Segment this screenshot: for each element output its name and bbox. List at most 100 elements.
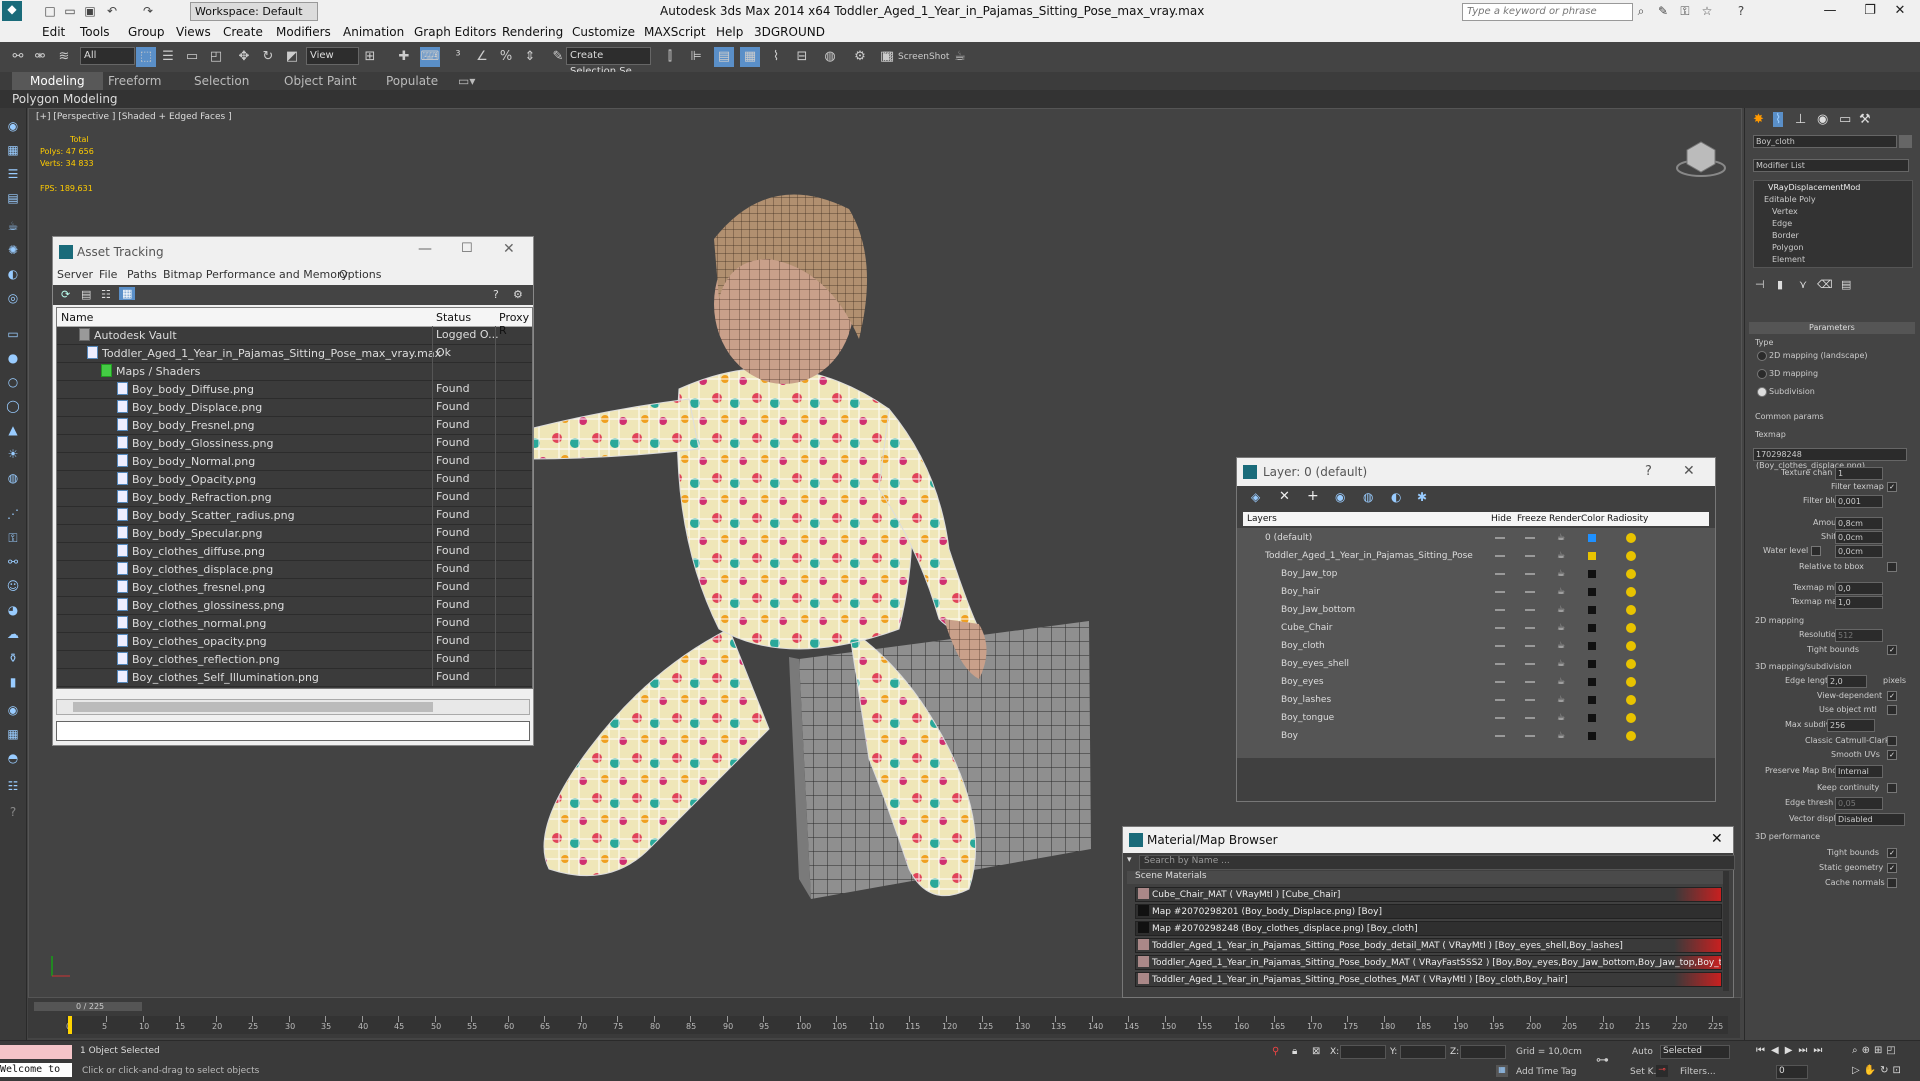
menu-views[interactable]: Views <box>176 25 211 39</box>
layer-toggle-dash[interactable] <box>1525 645 1535 647</box>
radio-3d-mapping[interactable] <box>1757 369 1767 379</box>
pivot-icon[interactable]: ⊞ <box>360 47 380 67</box>
key-filters-button[interactable]: Filters... <box>1680 1067 1716 1077</box>
set-key-icon[interactable]: ⊶ <box>1596 1053 1609 1068</box>
water-level-input[interactable]: 0,0cm <box>1835 545 1883 558</box>
texmap-max-input[interactable]: 1,0 <box>1835 596 1883 609</box>
help-icon[interactable]: ? <box>1733 3 1749 19</box>
absolute-mode-icon[interactable]: ⊠ <box>1312 1046 1320 1057</box>
redo-icon[interactable]: ↷ <box>140 3 156 19</box>
material-item[interactable]: Toddler_Aged_1_Year_in_Pajamas_Sitting_P… <box>1135 972 1722 987</box>
asset-row[interactable]: Boy_clothes_fresnel.png Found <box>57 578 532 597</box>
asset-row[interactable]: Boy_clothes_diffuse.png Found <box>57 542 532 561</box>
edge-thresh-input[interactable]: 0,05 <box>1835 797 1883 810</box>
browser-scrollbar[interactable] <box>1723 871 1729 991</box>
strip-light-icon[interactable]: ✺ <box>5 242 21 258</box>
layer-row[interactable]: Boy_eyes ☕ <box>1245 674 1650 692</box>
cache-normals-checkbox[interactable] <box>1887 878 1897 888</box>
viewcube[interactable] <box>1673 136 1729 180</box>
material-item[interactable]: Toddler_Aged_1_Year_in_Pajamas_Sitting_P… <box>1135 938 1722 953</box>
render-teapot-icon[interactable]: ☕ <box>1557 713 1565 723</box>
asset-hscrollbar[interactable] <box>56 699 530 715</box>
texmap-button[interactable]: 170298248 (Boy_clothes_displace.png) <box>1753 448 1907 470</box>
strip-cylinder-icon[interactable]: ◯ <box>5 398 21 414</box>
layer-col-color[interactable]: Color <box>1581 514 1605 524</box>
layer-toggle-dash[interactable] <box>1525 681 1535 683</box>
asset-refresh-icon[interactable]: ⟳ <box>61 288 70 301</box>
select-manipulate-icon[interactable]: ✚ <box>394 47 414 67</box>
save-icon[interactable]: ▣ <box>82 3 98 19</box>
layer-row[interactable]: Toddler_Aged_1_Year_in_Pajamas_Sitting_P… <box>1245 548 1650 566</box>
lock-selection-icon[interactable]: 🔒︎ <box>1292 1046 1297 1057</box>
strip-stack-icon[interactable]: ☷ <box>5 778 21 794</box>
undo-icon[interactable]: ↶ <box>104 3 120 19</box>
layer-color-swatch[interactable] <box>1588 624 1596 632</box>
tab-selection[interactable]: Selection <box>194 74 249 88</box>
shift-input[interactable]: 0,0cm <box>1835 531 1883 544</box>
texture-chan-input[interactable]: 1 <box>1835 467 1883 480</box>
layer-row[interactable]: Boy_hair ☕ <box>1245 584 1650 602</box>
layer-color-swatch[interactable] <box>1588 678 1596 686</box>
asset-row[interactable]: Boy_body_Normal.png Found <box>57 452 532 471</box>
radiosity-icon[interactable] <box>1626 713 1636 723</box>
tab-modeling[interactable]: Modeling <box>12 72 103 90</box>
edge-length-input[interactable]: 2,0 <box>1827 675 1867 688</box>
window-crossing-icon[interactable]: ◰ <box>206 47 226 67</box>
modifier-list-dropdown[interactable]: Modifier List <box>1753 159 1909 172</box>
smooth-uvs-checkbox[interactable]: ✓ <box>1887 750 1897 760</box>
material-item[interactable]: Toddler_Aged_1_Year_in_Pajamas_Sitting_P… <box>1135 955 1722 970</box>
make-unique-icon[interactable]: ⋎ <box>1799 278 1807 291</box>
stack-vertex[interactable]: Vertex <box>1772 207 1798 216</box>
menu-customize[interactable]: Customize <box>572 25 635 39</box>
stack-editable-poly[interactable]: Editable Poly <box>1764 195 1816 204</box>
rotate-icon[interactable]: ↻ <box>258 47 278 67</box>
key-mode-dropdown[interactable]: Selected <box>1660 1045 1730 1059</box>
layer-select-icon[interactable]: ◉ <box>1335 490 1345 504</box>
stack-border[interactable]: Border <box>1772 231 1799 240</box>
strip-render-icon[interactable]: ◎ <box>5 290 21 306</box>
ribbon-options-icon[interactable]: ▭▾ <box>458 74 475 88</box>
layer-row[interactable]: Boy_eyes_shell ☕ <box>1245 656 1650 674</box>
strip-link-icon[interactable]: ⚯ <box>5 554 21 570</box>
layer-color-swatch[interactable] <box>1588 696 1596 704</box>
layer-row[interactable]: 0 (default) ☕ <box>1245 530 1650 548</box>
configure-sets-icon[interactable]: ▤ <box>1841 278 1851 291</box>
relative-bbox-checkbox[interactable] <box>1887 562 1897 572</box>
asset-minimize-button[interactable]: — <box>418 241 432 257</box>
radiosity-icon[interactable] <box>1626 731 1636 741</box>
render-teapot-icon[interactable]: ☕ <box>1557 533 1565 543</box>
select-object-icon[interactable]: ⬚ <box>136 47 156 67</box>
curve-editor-icon[interactable]: ⌇ <box>766 47 786 67</box>
strip-sun-icon[interactable]: ☀ <box>5 446 21 462</box>
radiosity-icon[interactable] <box>1626 605 1636 615</box>
asset-table-icon[interactable]: ▦ <box>119 287 136 300</box>
view-dependent-checkbox[interactable]: ✓ <box>1887 691 1897 701</box>
layer-toggle-dash[interactable] <box>1525 573 1535 575</box>
asset-row[interactable]: Boy_body_Fresnel.png Found <box>57 416 532 435</box>
tight-bounds2-checkbox[interactable]: ✓ <box>1887 848 1897 858</box>
z-coord-field[interactable] <box>1460 1045 1506 1059</box>
minimize-button[interactable]: — <box>1810 2 1850 20</box>
screenshot-icon[interactable]: ▨ <box>878 47 898 67</box>
hierarchy-tab-icon[interactable]: ⊥ <box>1795 112 1806 127</box>
track-bar[interactable]: 0510152025303540455055606570758085909510… <box>66 1016 1728 1034</box>
asset-row[interactable]: Boy_clothes_normal.png Found <box>57 614 532 633</box>
strip-sphere-icon[interactable]: ● <box>5 350 21 366</box>
asset-menu-file[interactable]: File <box>99 268 117 281</box>
radiosity-icon[interactable] <box>1626 695 1636 705</box>
layer-toggle-dash[interactable] <box>1525 591 1535 593</box>
strip-ball-icon[interactable]: ◍ <box>5 470 21 486</box>
layer-toggle-dash[interactable] <box>1525 627 1535 629</box>
layer-toggle-dash[interactable] <box>1495 645 1505 647</box>
asset-row[interactable]: Boy_clothes_glossiness.png Found <box>57 596 532 615</box>
browser-search-input[interactable]: Search by Name ... <box>1139 855 1735 870</box>
time-slider[interactable]: 0 / 225 <box>34 1002 142 1011</box>
layer-toggle-dash[interactable] <box>1525 663 1535 665</box>
strip-grid2-icon[interactable]: ▦ <box>5 726 21 742</box>
angle-snap-icon[interactable]: ∠ <box>472 47 492 67</box>
modify-tab-icon[interactable]: ⌇ <box>1773 112 1784 127</box>
radiosity-icon[interactable] <box>1626 533 1636 543</box>
percent-snap-icon[interactable]: % <box>496 47 516 67</box>
render-teapot-icon[interactable]: ☕ <box>1557 551 1565 561</box>
radio-subdivision[interactable] <box>1757 387 1767 397</box>
